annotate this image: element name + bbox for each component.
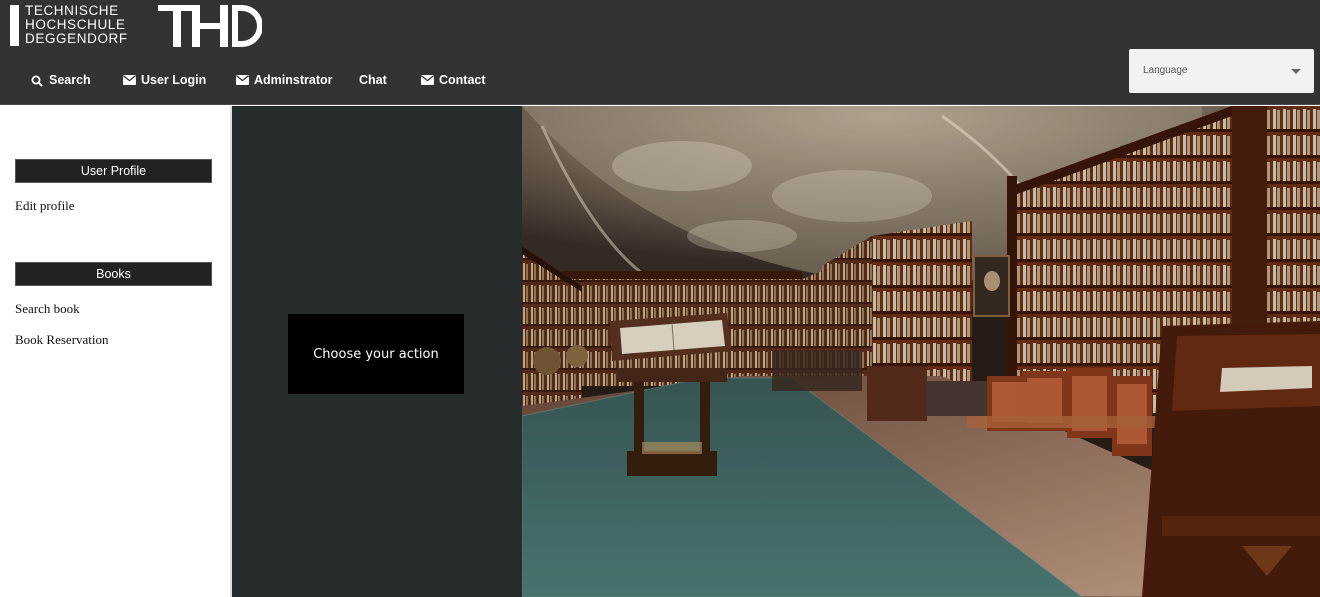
link-book-reservation[interactable]: Book Reservation	[15, 332, 109, 348]
action-prompt-text: Choose your action	[313, 346, 439, 362]
nav-user-login[interactable]: User Login	[123, 66, 206, 94]
nav-contact[interactable]: Contact	[421, 66, 486, 94]
nav-search[interactable]: Search	[31, 66, 91, 94]
logo-line-1: TECHNISCHE	[25, 3, 119, 18]
chevron-down-icon	[1291, 69, 1301, 74]
left-sidebar: User Profile Edit profile Books Search b…	[0, 106, 230, 597]
logo-line-2: HOCHSCHULE	[25, 17, 126, 33]
language-select-value: Language	[1143, 65, 1188, 76]
library-illustration	[522, 106, 1320, 597]
top-header: TECHNISCHE HOCHSCHULE DEGGENDORF Search	[0, 0, 1320, 105]
search-icon	[31, 75, 44, 87]
nav-administrator-label: Adminstrator	[254, 73, 333, 87]
logo-thd-mark	[158, 5, 262, 47]
logo-bar	[10, 5, 19, 46]
thd-logo[interactable]: TECHNISCHE HOCHSCHULE DEGGENDORF	[10, 3, 265, 48]
nav-chat[interactable]: Chat	[359, 66, 387, 94]
language-select[interactable]: Language	[1129, 49, 1314, 93]
link-edit-profile[interactable]: Edit profile	[15, 198, 75, 214]
nav-user-login-label: User Login	[141, 73, 207, 87]
logo-line-3: DEGGENDORF	[25, 31, 128, 47]
envelope-icon	[123, 75, 136, 85]
logo-text: TECHNISCHE HOCHSCHULE DEGGENDORF	[25, 3, 165, 47]
envelope-icon	[236, 75, 249, 85]
library-hero-image	[522, 106, 1320, 597]
action-prompt-box: Choose your action	[288, 314, 464, 394]
envelope-icon	[421, 75, 434, 85]
nav-chat-label: Chat	[359, 73, 387, 87]
nav-search-label: Search	[49, 73, 91, 87]
link-search-book[interactable]: Search book	[15, 301, 80, 317]
section-header-user-profile: User Profile	[15, 159, 212, 183]
nav-administrator[interactable]: Adminstrator	[236, 66, 332, 94]
content-panel: Choose your action	[230, 106, 522, 597]
nav-contact-label: Contact	[439, 73, 486, 87]
section-header-books: Books	[15, 262, 212, 286]
